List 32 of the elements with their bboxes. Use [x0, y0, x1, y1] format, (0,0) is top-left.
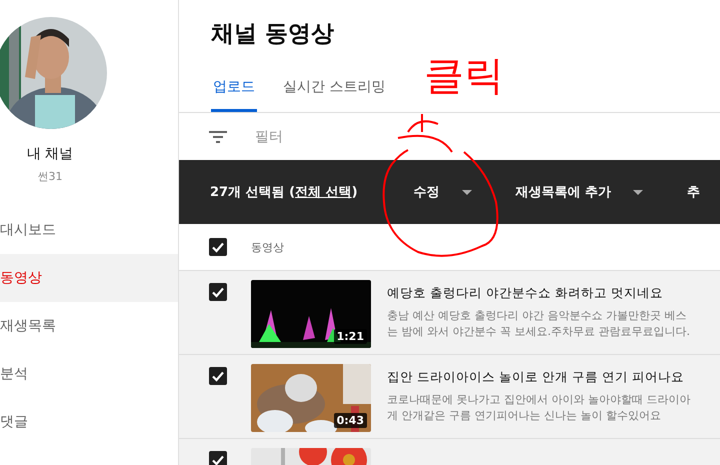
- channel-name: 내 채널: [26, 145, 74, 163]
- select-all-link[interactable]: 전체 선택: [295, 185, 352, 200]
- column-header: 동영상: [251, 240, 284, 254]
- video-title[interactable]: 예당호 출렁다리 야간분수쇼 화려하고 멋지네요: [387, 285, 690, 302]
- video-description: 코로나때문에 못나가고 집안에서 아이와 놀아야할때 드라이아: [387, 392, 690, 408]
- tab[interactable]: 업로드: [211, 68, 257, 112]
- video-description: 는 밤에 와서 야간분수 꼭 보세요.주차무료 관람료무료입니다.: [387, 324, 690, 340]
- video-description: 충남 예산 예당호 출렁다리 야간 음악분수쇼 가볼만한곳 베스: [387, 308, 688, 324]
- sidebar-item[interactable]: 분석: [0, 350, 178, 398]
- checkbox[interactable]: [209, 283, 227, 301]
- checkbox[interactable]: [209, 367, 227, 385]
- sidebar-item[interactable]: 댓글: [0, 398, 178, 446]
- selection-count: 27개 선택됨 (전체 선택): [210, 184, 358, 201]
- page-title: 채널 동영상: [210, 20, 336, 49]
- sidebar-item[interactable]: 대시보드: [0, 206, 178, 254]
- checkbox[interactable]: [209, 238, 227, 256]
- action-dropdown[interactable]: 추: [675, 177, 712, 207]
- video-description: 게 안개같은 구름 연기피어나는 신나는 놀이 할수있어요: [387, 408, 662, 424]
- filter-icon[interactable]: [209, 130, 227, 142]
- action-dropdown[interactable]: 수정: [402, 177, 484, 207]
- sidebar-item[interactable]: 재생목록: [0, 302, 178, 350]
- handwritten-note: 클릭: [424, 56, 504, 96]
- video-title[interactable]: 집안 드라이아이스 놀이로 안개 구름 연기 피어나요: [387, 369, 690, 386]
- sidebar-item[interactable]: 동영상: [0, 254, 178, 302]
- tab[interactable]: 실시간 스트리밍: [281, 68, 388, 112]
- action-dropdown[interactable]: 재생목록에 추가: [504, 177, 656, 207]
- checkbox[interactable]: [209, 451, 227, 465]
- duration-badge: 0:43: [334, 413, 367, 428]
- channel-subtitle: 썬31: [36, 169, 64, 184]
- duration-badge: 1:21: [334, 329, 367, 344]
- caret-icon: [633, 190, 644, 194]
- caret-icon: [462, 190, 472, 194]
